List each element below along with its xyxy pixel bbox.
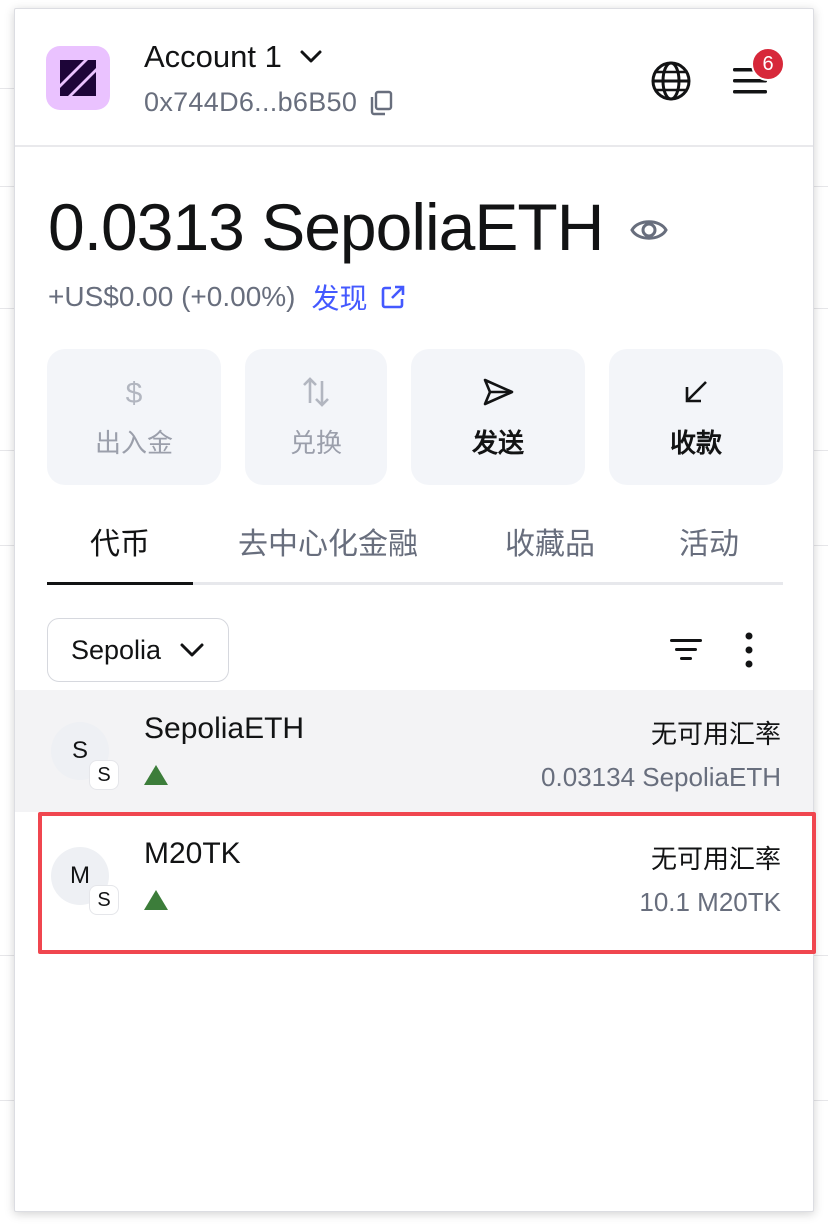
globe-icon[interactable] [649,59,693,103]
network-badge: S [89,885,119,915]
network-filter-select[interactable]: Sepolia [47,618,229,682]
active-tab-indicator [47,582,193,585]
discover-link[interactable]: 发现 [312,277,406,317]
discover-label: 发现 [311,283,368,314]
external-link-icon [381,285,404,309]
receive-icon [685,380,707,402]
copy-icon[interactable] [369,90,393,116]
swap-button[interactable]: 兑换 [245,349,387,485]
chevron-down-icon [180,643,204,657]
notification-badge: 6 [751,47,785,81]
account-logo-icon [60,60,96,96]
svg-text:$: $ [126,377,143,409]
network-filter-label: Sepolia [70,634,162,665]
receive-button[interactable]: 收款 [609,349,783,485]
tab-tokens[interactable]: 代币 [47,519,193,585]
trend-up-icon [144,765,168,785]
balance-change-row: +US$0.00 (+0.00%) 发现 [48,277,406,317]
account-address[interactable]: 0x744D6...b6B50 [144,87,393,118]
filter-icon[interactable] [669,635,703,665]
token-row-sepoliaeth[interactable]: S S SepoliaETH 无可用汇率 0.03134 SepoliaETH [15,690,813,812]
token-row-m20tk[interactable]: M S M20TK 无可用汇率 10.1 M20TK [15,815,813,937]
tab-nfts[interactable]: 收藏品 [475,519,625,585]
chevron-down-icon [300,50,322,63]
network-badge: S [89,760,119,790]
dollar-icon: $ [126,377,143,409]
token-name: SepoliaETH [144,712,305,745]
balance-amount: 0.0313 SepoliaETH [48,190,604,264]
token-amount: 10.1 M20TK [639,887,781,917]
token-rate: 无可用汇率 [650,844,781,874]
asset-tabs: 代币 去中心化金融 收藏品 活动 [47,519,783,585]
account-avatar[interactable] [46,46,110,110]
send-icon [483,378,514,405]
address-text: 0x744D6...b6B50 [144,87,358,117]
buy-sell-button[interactable]: $ 出入金 [47,349,221,485]
account-name: Account 1 [144,39,282,74]
tab-defi[interactable]: 去中心化金融 [213,519,443,585]
buy-sell-label: 出入金 [94,427,173,458]
token-rate: 无可用汇率 [650,719,781,749]
token-name: M20TK [144,837,241,870]
trend-up-icon [144,890,168,910]
wallet-popup: Account 1 0x744D6...b6B50 6 0.0313 Sepol… [14,8,814,1212]
swap-icon [303,376,329,407]
send-button[interactable]: 发送 [411,349,585,485]
eye-icon[interactable] [629,210,669,250]
receive-label: 收款 [669,427,722,458]
balance-row: 0.0313 SepoliaETH [48,189,669,265]
more-options-icon[interactable] [737,631,761,669]
account-picker[interactable]: Account 1 [144,39,324,75]
action-buttons: $ 出入金 兑换 发送 收款 [47,349,783,485]
send-label: 发送 [471,427,524,458]
balance-change: +US$0.00 (+0.00%) [48,281,296,312]
account-header: Account 1 0x744D6...b6B50 6 [15,9,813,147]
tab-activity[interactable]: 活动 [647,519,771,585]
token-amount: 0.03134 SepoliaETH [541,762,781,792]
swap-label: 兑换 [289,427,342,458]
